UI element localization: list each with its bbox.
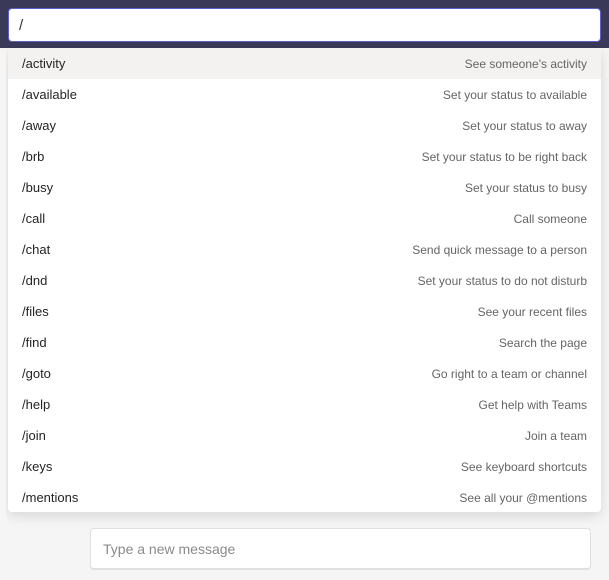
command-item[interactable]: /call Call someone xyxy=(8,203,601,234)
command-name: /help xyxy=(22,397,50,412)
command-name: /dnd xyxy=(22,273,47,288)
command-item[interactable]: /chat Send quick message to a person xyxy=(8,234,601,265)
command-item[interactable]: /activity See someone's activity xyxy=(8,48,601,79)
command-name: /files xyxy=(22,304,49,319)
command-description: Set your status to do not disturb xyxy=(418,274,587,288)
command-description: See keyboard shortcuts xyxy=(461,460,587,474)
message-compose-box[interactable]: Type a new message xyxy=(90,528,591,570)
command-name: /brb xyxy=(22,149,44,164)
command-item[interactable]: /keys See keyboard shortcuts xyxy=(8,451,601,482)
command-description: See all your @mentions xyxy=(459,491,587,505)
command-name: /join xyxy=(22,428,46,443)
command-name: /activity xyxy=(22,56,65,71)
command-description: Send quick message to a person xyxy=(412,243,587,257)
command-item[interactable]: /brb Set your status to be right back xyxy=(8,141,601,172)
command-item[interactable]: /available Set your status to available xyxy=(8,79,601,110)
command-description: Search the page xyxy=(499,336,587,350)
command-description: Get help with Teams xyxy=(479,398,588,412)
command-item[interactable]: /join Join a team xyxy=(8,420,601,451)
command-description: See your recent files xyxy=(478,305,587,319)
command-description: Set your status to busy xyxy=(465,181,587,195)
compose-placeholder: Type a new message xyxy=(103,541,235,557)
command-description: Set your status to available xyxy=(443,88,587,102)
command-item[interactable]: /goto Go right to a team or channel xyxy=(8,358,601,389)
command-name: /busy xyxy=(22,180,53,195)
command-name: /call xyxy=(22,211,45,226)
command-item[interactable]: /dnd Set your status to do not disturb xyxy=(8,265,601,296)
command-description: See someone's activity xyxy=(465,57,587,71)
command-search-input[interactable] xyxy=(8,8,601,42)
command-name: /find xyxy=(22,335,47,350)
command-item[interactable]: /find Search the page xyxy=(8,327,601,358)
left-margin xyxy=(0,50,6,580)
command-description: Call someone xyxy=(514,212,587,226)
command-description: Set your status to be right back xyxy=(422,150,587,164)
command-item[interactable]: /mentions See all your @mentions xyxy=(8,482,601,512)
command-name: /away xyxy=(22,118,56,133)
app-header-bar xyxy=(0,0,609,8)
search-container xyxy=(0,8,609,48)
command-suggestions-dropdown: /activity See someone's activity/availabl… xyxy=(8,48,601,512)
command-name: /available xyxy=(22,87,77,102)
command-description: Set your status to away xyxy=(462,119,587,133)
command-item[interactable]: /away Set your status to away xyxy=(8,110,601,141)
command-name: /mentions xyxy=(22,490,78,505)
command-item[interactable]: /files See your recent files xyxy=(8,296,601,327)
command-description: Join a team xyxy=(525,429,587,443)
command-name: /chat xyxy=(22,242,50,257)
command-item[interactable]: /help Get help with Teams xyxy=(8,389,601,420)
command-description: Go right to a team or channel xyxy=(432,367,587,381)
command-name: /keys xyxy=(22,459,52,474)
command-item[interactable]: /busy Set your status to busy xyxy=(8,172,601,203)
command-name: /goto xyxy=(22,366,51,381)
